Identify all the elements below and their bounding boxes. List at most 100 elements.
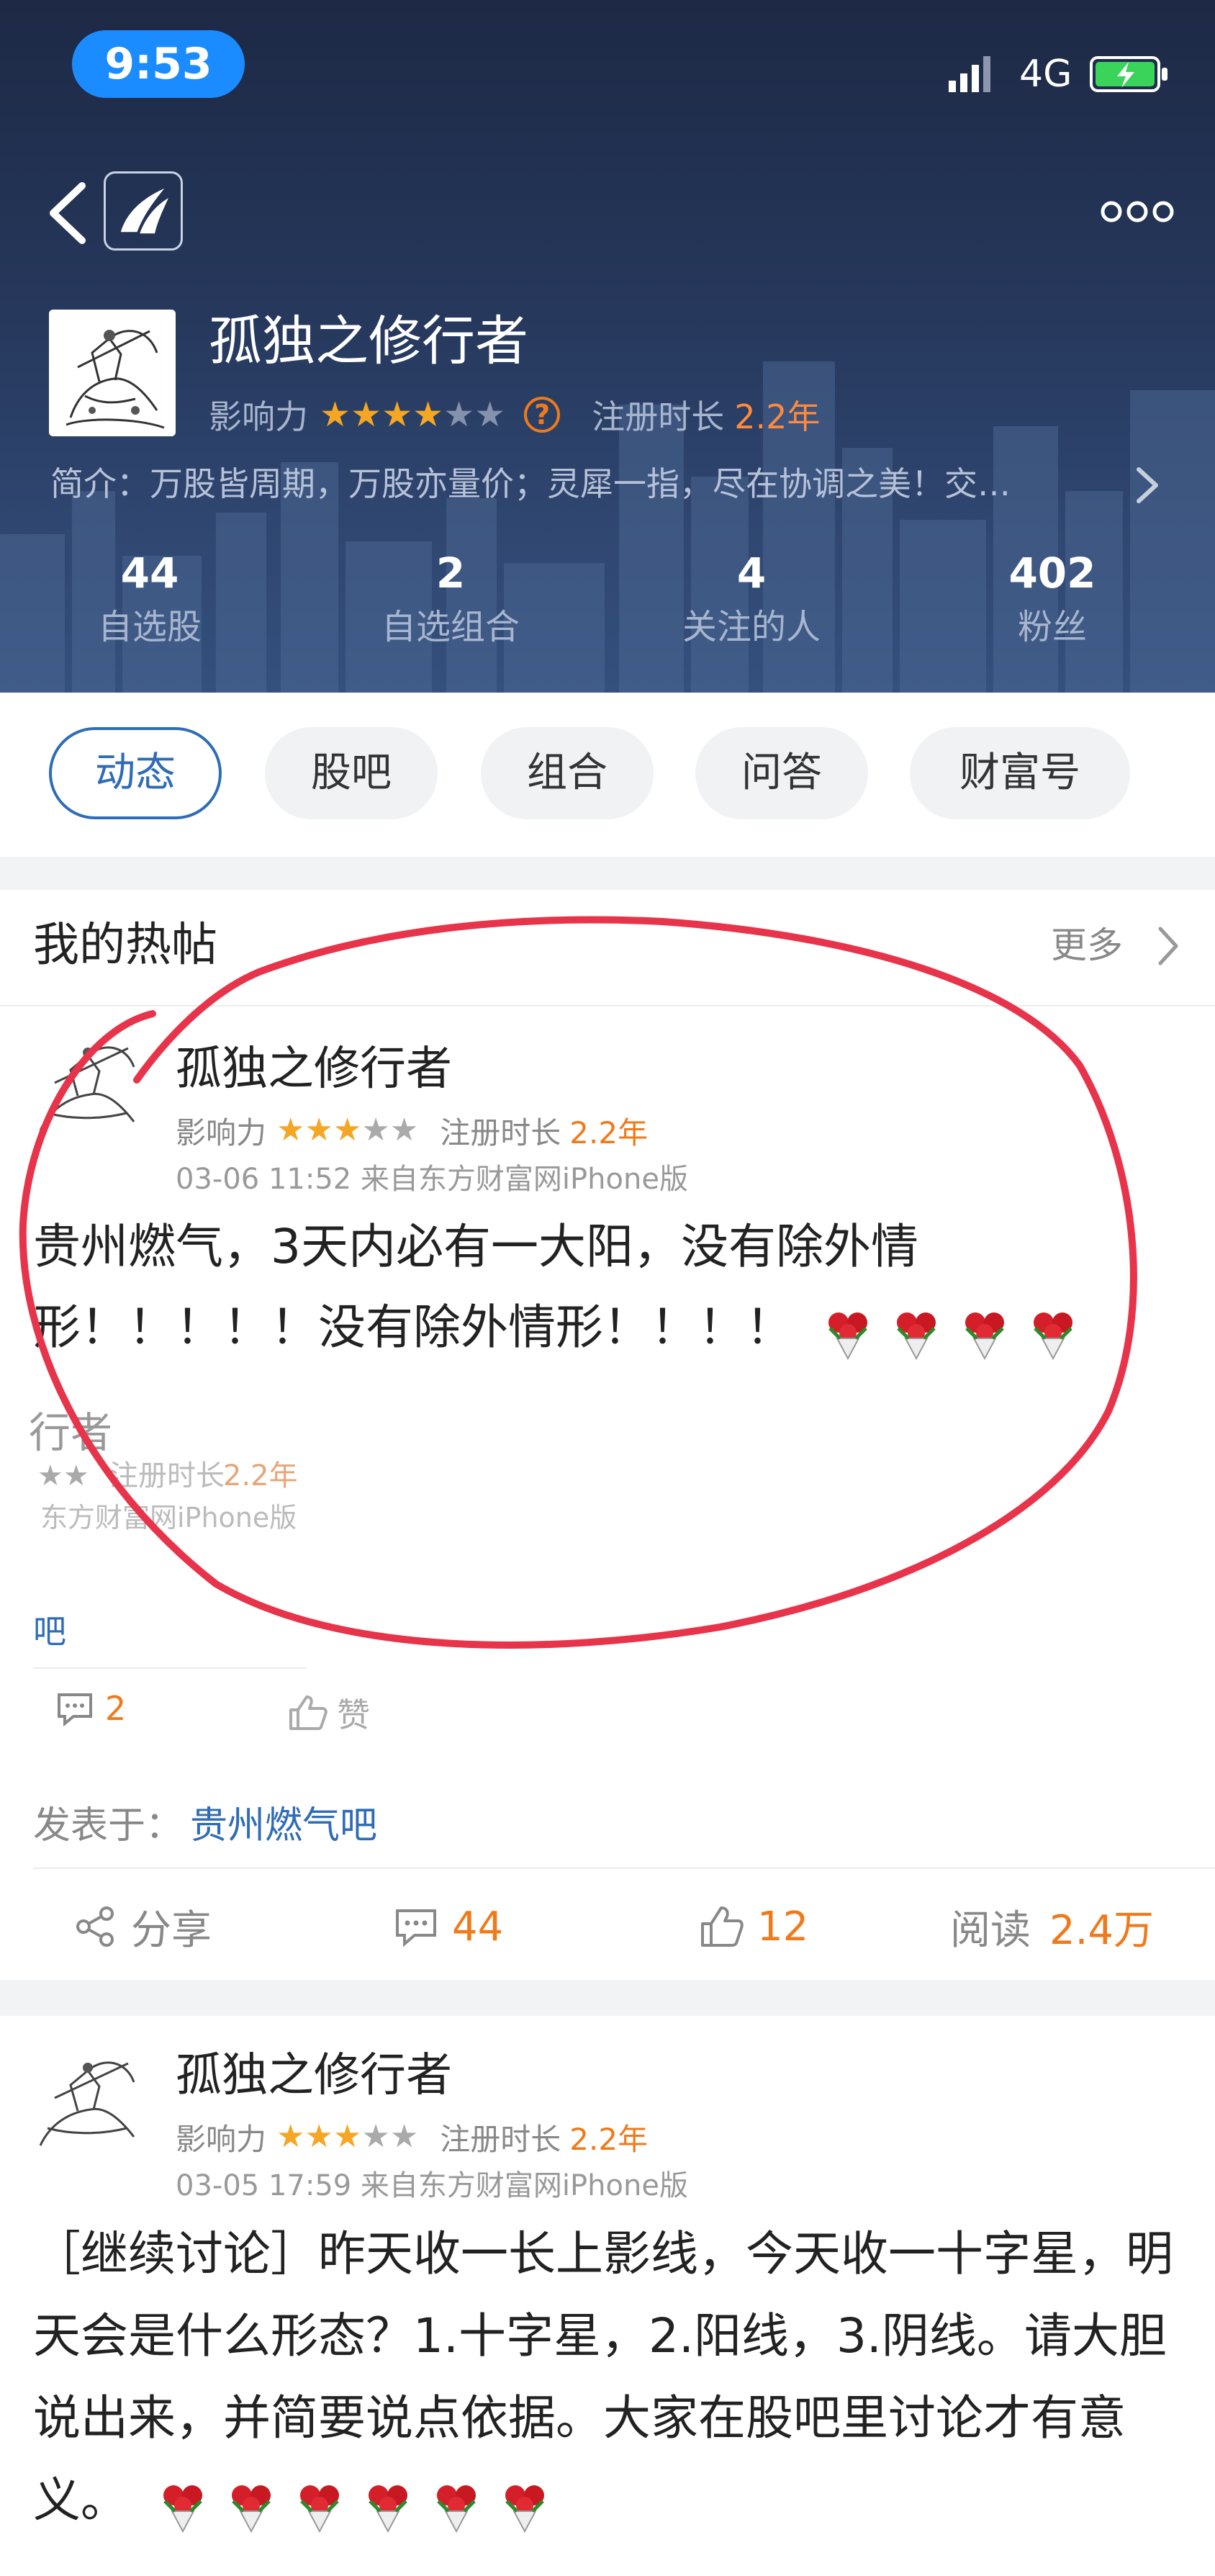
star-icon: ★ — [351, 395, 382, 435]
flower-emojis — [158, 2462, 553, 2544]
comment-count: 44 — [452, 1903, 504, 1950]
stat-following[interactable]: 4 关注的人 — [643, 544, 859, 652]
flower-icon — [368, 2485, 407, 2533]
post-avatar[interactable] — [33, 1022, 148, 1138]
stat-number: 44 — [120, 549, 179, 598]
post-time: 03-05 17:59 来自东方财富网iPhone版 — [176, 2169, 688, 2202]
chevron-right-icon[interactable] — [1155, 924, 1182, 968]
tab-portfolio[interactable]: 组合 — [481, 727, 654, 819]
more-options-icon[interactable] — [1100, 199, 1175, 225]
profile-name: 孤独之修行者 — [209, 310, 528, 372]
archer-sketch-icon — [39, 1046, 135, 1131]
network-type: 4G — [1019, 53, 1072, 96]
register-value: 2.2年 — [734, 397, 821, 436]
battery-charging-icon — [1090, 56, 1167, 92]
cellular-signal-icon — [949, 56, 990, 92]
post-author[interactable]: 孤独之修行者 — [176, 1037, 452, 1102]
influence-stars: ★ ★ ★ ★ ★ — [276, 1114, 418, 1146]
profile-header: 9:53 4G 孤独之修行者 影响力 ★ ★ ★ ★ ★ ★ ? 注册时长 2.… — [0, 0, 1215, 693]
comment-button[interactable]: 44 — [393, 1898, 503, 1955]
register-label: 注册时长 — [440, 2121, 561, 2157]
stat-number: 4 — [736, 549, 767, 598]
overlap-register-label: 注册时长 — [109, 1459, 225, 1492]
profile-avatar[interactable] — [49, 310, 176, 436]
divider — [0, 1005, 1215, 1006]
like-button[interactable]: 12 — [698, 1898, 808, 1955]
stat-label: 自选组合 — [381, 607, 520, 647]
flower-icon — [1033, 1312, 1072, 1360]
star-icon: ★ — [304, 2118, 333, 2155]
star-icon: ★ — [443, 395, 475, 435]
overlap-source: 东方财富网iPhone版 — [40, 1502, 297, 1534]
flower-icon — [828, 1312, 867, 1360]
published-bar-link[interactable]: 贵州燃气吧 — [190, 1804, 377, 1847]
section-divider — [0, 1980, 1215, 2016]
influence-label: 影响力 — [209, 397, 308, 436]
flower-icon — [896, 1312, 936, 1360]
overlap-name-fragment: 行者 — [29, 1408, 113, 1457]
app-logo-icon[interactable] — [104, 171, 183, 251]
flower-emojis — [823, 1290, 1081, 1371]
read-label: 阅读 — [950, 1906, 1031, 1954]
flower-icon — [436, 2485, 476, 2533]
share-icon — [76, 1906, 114, 1947]
star-icon: ★ — [333, 1112, 362, 1148]
read-value: 2.4万 — [1049, 1906, 1155, 1954]
register-label: 注册时长 — [592, 397, 725, 436]
post-time: 03-06 11:52 来自东方财富网iPhone版 — [176, 1163, 688, 1196]
star-icon: ★ — [333, 2118, 362, 2155]
archer-sketch-icon — [49, 310, 176, 436]
register-value: 2.2年 — [569, 2121, 649, 2157]
star-icon: ★ — [412, 395, 444, 435]
post-meta: 影响力 ★ ★ ★ ★ ★ 注册时长 2.2年 — [176, 2117, 648, 2157]
star-icon: ★ — [389, 1112, 419, 1148]
post-text-content: 贵州燃气，3天内必有一大阳，没有除外情形！！！！！没有除外情形！！！！ — [33, 1219, 918, 1355]
mini-comment-count: 2 — [105, 1689, 127, 1728]
back-arrow-icon[interactable] — [42, 179, 92, 248]
tab-qa[interactable]: 问答 — [695, 727, 868, 819]
post-text[interactable]: ［继续讨论］昨天收一长上影线，今天收一十字星，明天会是什么形态？1.十字星，2.… — [33, 2213, 1185, 2544]
stat-watchlist[interactable]: 44 自选股 — [42, 544, 258, 652]
comment-icon — [58, 1693, 92, 1726]
stat-fans[interactable]: 402 粉丝 — [944, 544, 1160, 652]
stat-portfolios[interactable]: 2 自选组合 — [343, 544, 559, 652]
tab-activity[interactable]: 动态 — [49, 727, 222, 819]
star-icon: ★ — [276, 1112, 305, 1148]
mini-comment[interactable]: 2 — [55, 1689, 126, 1728]
post-avatar[interactable] — [33, 2037, 148, 2153]
archer-sketch-icon — [39, 2061, 135, 2146]
more-link[interactable]: 更多 — [1051, 920, 1123, 970]
tab-stock-bar[interactable]: 股吧 — [265, 727, 438, 819]
stat-label: 自选股 — [97, 607, 202, 647]
star-icon: ★ — [389, 2118, 419, 2155]
thumbs-up-icon — [289, 1695, 328, 1730]
star-icon: ★ — [381, 395, 413, 435]
mini-like[interactable]: 赞 — [288, 1689, 370, 1737]
overlap-register-value: 2.2年 — [223, 1459, 298, 1492]
chevron-right-icon[interactable] — [1133, 465, 1162, 505]
flower-icon — [231, 2485, 271, 2533]
overlap-bar-fragment: 吧 — [33, 1612, 66, 1651]
help-icon[interactable]: ? — [524, 397, 561, 433]
stat-label: 粉丝 — [1017, 607, 1087, 647]
published-in: 发表于： 贵州燃气吧 — [33, 1797, 377, 1855]
star-icon: ★ — [361, 2118, 390, 2155]
star-icon: ★ — [474, 395, 506, 435]
post-author[interactable]: 孤独之修行者 — [176, 2043, 452, 2108]
thumbs-up-icon — [701, 1906, 744, 1947]
tab-wealth[interactable]: 财富号 — [910, 727, 1130, 819]
star-icon: ★ — [320, 395, 351, 435]
divider — [33, 1868, 1215, 1869]
post-meta: 影响力 ★ ★ ★ ★ ★ 注册时长 2.2年 — [176, 1110, 648, 1150]
post-text[interactable]: 贵州燃气，3天内必有一大阳，没有除外情形！！！！！没有除外情形！！！！ — [33, 1207, 1185, 1371]
share-label: 分享 — [131, 1906, 212, 1954]
stat-number: 402 — [1008, 549, 1096, 598]
share-button[interactable]: 分享 — [72, 1898, 212, 1955]
star-icon: ★ — [276, 2118, 305, 2155]
stat-label: 关注的人 — [682, 607, 821, 647]
flower-icon — [163, 2485, 202, 2533]
section-divider — [0, 857, 1215, 890]
star-icon: ★ — [304, 1112, 333, 1148]
profile-intro[interactable]: 简介：万股皆周期，万股亦量价；灵犀一指，尽在协调之美！交… — [50, 461, 1116, 507]
profile-meta: 影响力 ★ ★ ★ ★ ★ ★ ? 注册时长 2.2年 — [209, 393, 820, 436]
